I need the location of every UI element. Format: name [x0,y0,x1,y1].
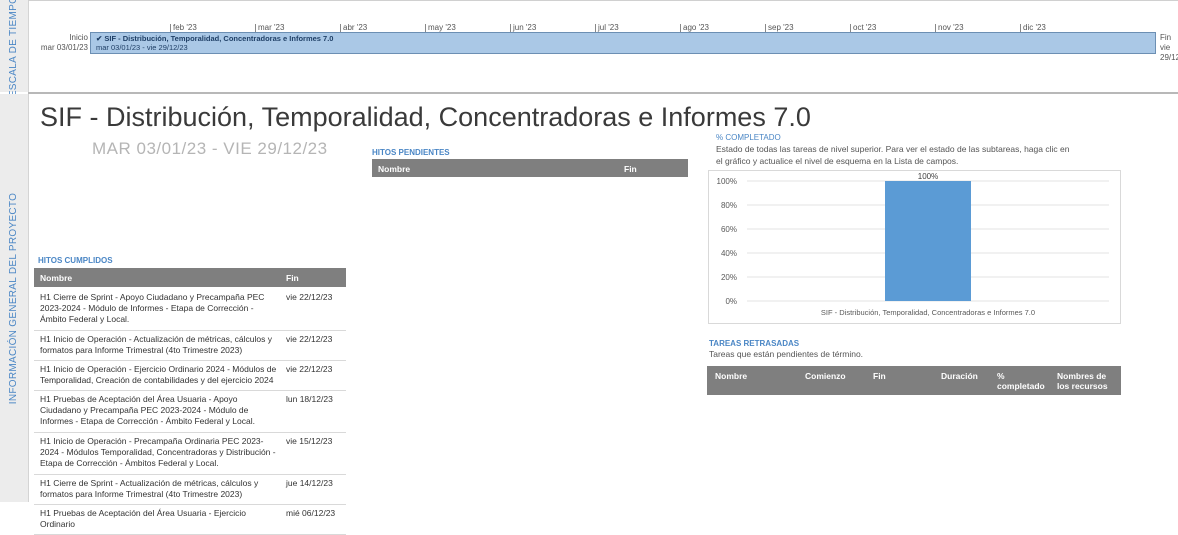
table-row[interactable]: H1 Inicio de Operación - Ejercicio Ordin… [34,360,346,391]
timeline-month: sep '23 [765,24,794,32]
table-row[interactable]: H1 Pruebas de Aceptación del Área Usuari… [34,390,346,433]
row-name: H1 Inicio de Operación - Precampaña Ordi… [40,436,276,468]
col-header: Comienzo [805,371,846,381]
timeline-end: Fin vie 29/12/23 [1160,33,1178,63]
col-fin: Fin [286,273,299,283]
section-divider [28,92,1178,94]
timeline-month: dic '23 [1020,24,1046,32]
timeline-task-dates: mar 03/01/23 - vie 29/12/23 [96,43,188,52]
timeline-month: oct '23 [850,24,876,32]
timeline-month: nov '23 [935,24,964,32]
row-end: jue 14/12/23 [286,478,333,488]
timeline-end-label: Fin [1160,33,1172,42]
col-fin: Fin [624,164,637,174]
timeline-month: mar '23 [255,24,284,32]
timeline-month: feb '23 [170,24,197,32]
row-end: vie 22/12/23 [286,292,333,302]
category-label: SIF - Distribución, Temporalidad, Concen… [821,308,1035,317]
completado-title: % COMPLETADO [716,133,781,142]
table-row[interactable]: H1 Pruebas de Aceptación del Área Usuari… [34,504,346,535]
col-header: Nombres de los recursos [1057,371,1108,391]
y-tick-label: 0% [725,297,737,306]
y-tick-label: 40% [721,249,737,258]
project-title: SIF - Distribución, Temporalidad, Concen… [40,102,811,132]
timeline-side-label: ESCALA DE TIEMPO [8,0,20,97]
col-nombre: Nombre [378,164,411,174]
timeline-month: jul '23 [595,24,619,32]
y-tick-label: 20% [721,273,737,282]
col-header: Duración [941,371,978,381]
row-name: H1 Pruebas de Aceptación del Área Usuari… [40,394,255,426]
overview-side-label: INFORMACIÓN GENERAL DEL PROYECTO [8,192,20,404]
table-row[interactable]: H1 Inicio de Operación - Actualización d… [34,330,346,361]
table-row[interactable]: H1 Inicio de Operación - Precampaña Ordi… [34,432,346,475]
retrasadas-title: TAREAS RETRASADAS [709,339,800,348]
y-tick-label: 80% [721,201,737,210]
timeline-month: may '23 [425,24,456,32]
y-tick-label: 100% [717,177,737,186]
hitos-pendientes-header: Nombre Fin [372,159,688,177]
timeline-start-date: mar 03/01/23 [40,43,88,52]
row-name: H1 Inicio de Operación - Actualización d… [40,334,272,355]
row-name: H1 Pruebas de Aceptación del Área Usuari… [40,508,246,529]
chart-svg: 0% 20% 40% 60% 80% 100% 100% SIF - Distribución… [717,172,1109,317]
row-end: vie 22/12/23 [286,334,333,344]
row-end: vie 15/12/23 [286,436,333,446]
hitos-cumplidos-title: HITOS CUMPLIDOS [38,256,113,265]
col-header: Fin [873,371,886,381]
col-nombre: Nombre [40,273,73,283]
timeline-start-label: Inicio [69,33,88,42]
table-row[interactable]: H1 Cierre de Sprint - Apoyo Ciudadano y … [34,288,346,331]
retrasadas-subtitle: Tareas que están pendientes de término. [709,349,864,359]
col-header: Nombre [715,371,748,381]
row-end: lun 18/12/23 [286,394,333,404]
timeline-end-date: vie 29/12/23 [1160,43,1178,62]
timeline-month: abr '23 [340,24,367,32]
timeline-task-name: SIF - Distribución, Temporalidad, Concen… [104,34,334,43]
timeline-month: ago '23 [680,24,709,32]
completado-description: Estado de todas las tareas de nivel supe… [716,144,1070,166]
row-name: H1 Cierre de Sprint - Actualización de m… [40,478,259,499]
table-row[interactable]: H1 Cierre de Sprint - Actualización de m… [34,474,346,505]
data-label: 100% [918,172,938,181]
row-name: H1 Cierre de Sprint - Apoyo Ciudadano y … [40,292,265,324]
row-end: vie 22/12/23 [286,364,333,374]
top-border [28,0,1178,1]
row-end: mié 06/12/23 [286,508,336,518]
y-tick-label: 60% [721,225,737,234]
chart-bar[interactable] [885,181,971,301]
project-dates: MAR 03/01/23 - VIE 29/12/23 [92,139,328,158]
hitos-pendientes-title: HITOS PENDIENTES [372,148,450,157]
hitos-cumplidos-header: Nombre Fin [34,268,346,287]
retrasadas-header: Nombre Comienzo Fin Duración % completado Nom… [707,366,1121,395]
timeline-task-text[interactable]: ✔ SIF - Distribución, Temporalidad, Conc… [96,34,333,52]
col-header: % completado [997,371,1045,391]
timeline-month: jun '23 [510,24,536,32]
checkmark-icon: ✔ [96,34,103,43]
completado-chart[interactable]: 0% 20% 40% 60% 80% 100% 100% SIF - Distribución… [708,170,1121,324]
timeline-start: Inicio mar 03/01/23 [36,33,88,53]
row-name: H1 Inicio de Operación - Ejercicio Ordin… [40,364,277,385]
